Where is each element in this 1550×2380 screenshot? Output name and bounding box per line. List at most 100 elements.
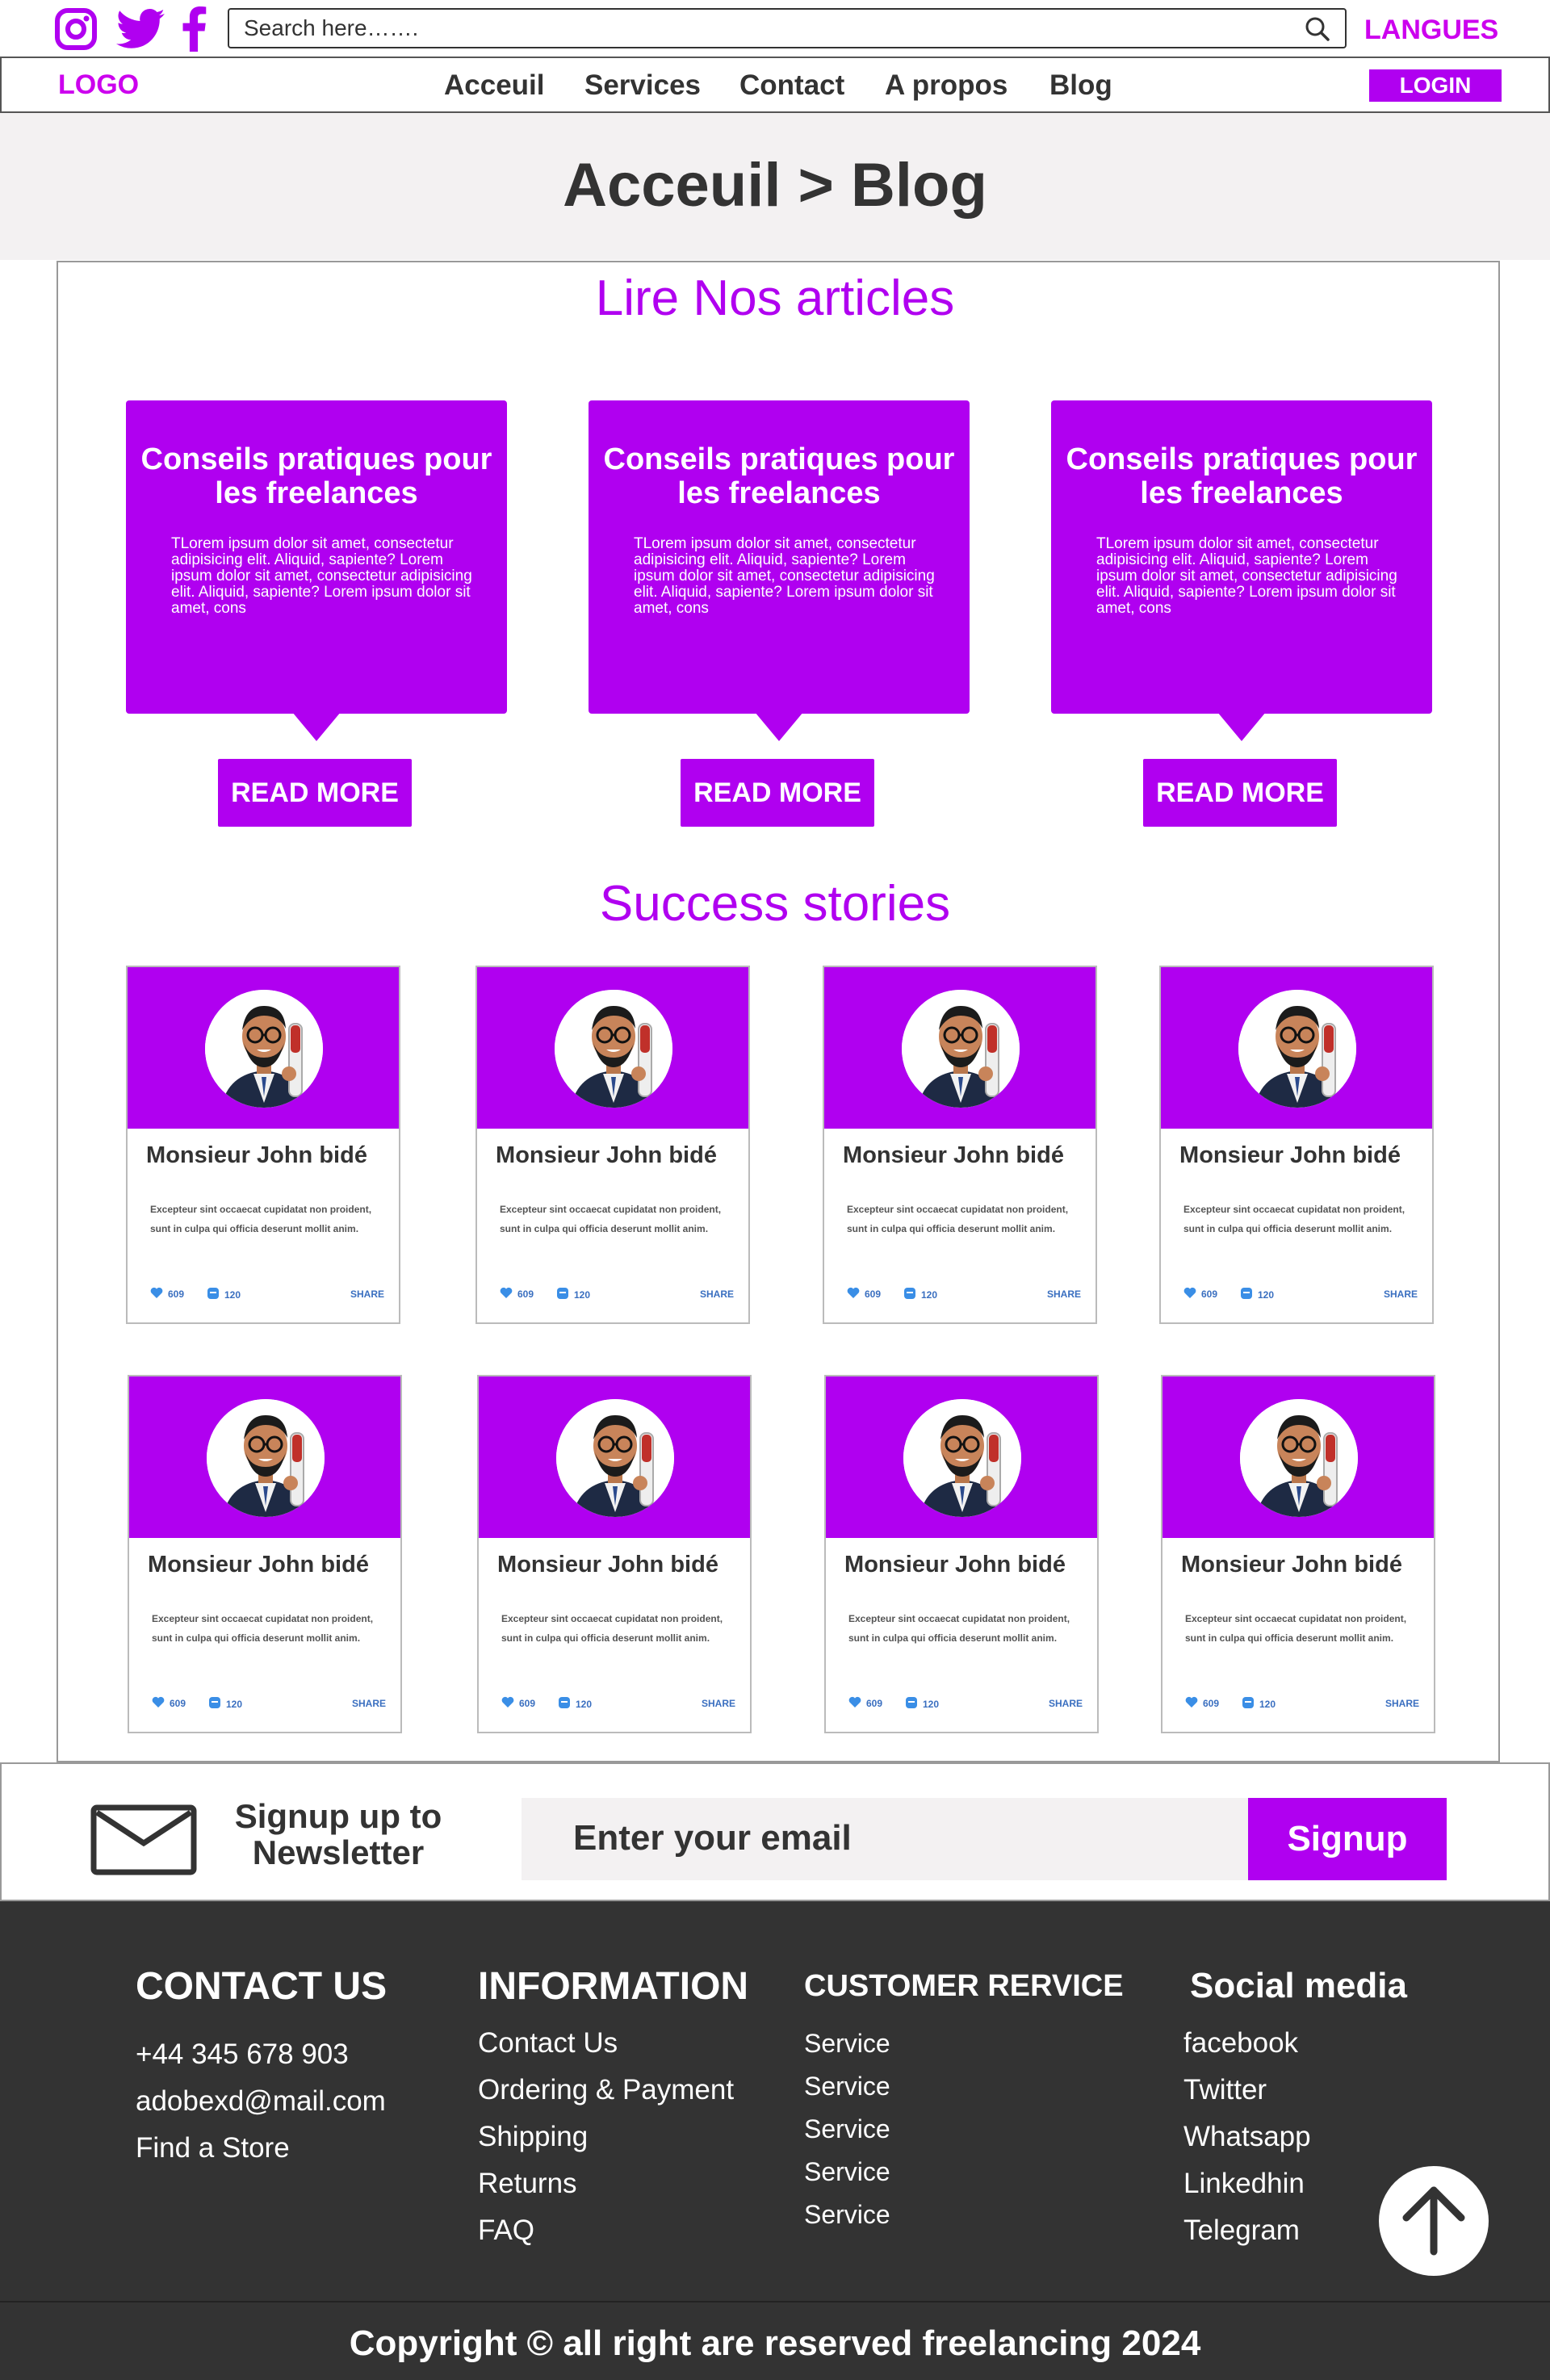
share-button[interactable]: SHARE <box>700 1288 734 1300</box>
footer-information-title: INFORMATION <box>478 1965 749 2008</box>
footer-link[interactable]: FAQ <box>478 2214 534 2247</box>
like-button[interactable]: 609 <box>847 1287 881 1301</box>
instagram-icon[interactable] <box>52 5 100 53</box>
footer-email[interactable]: adobexd@mail.com <box>136 2085 386 2118</box>
comment-button[interactable]: 120 <box>207 1287 241 1302</box>
like-button[interactable]: 609 <box>501 1696 535 1710</box>
footer-find-store[interactable]: Find a Store <box>136 2132 290 2164</box>
article-title: Conseils pratiques pour les freelances <box>603 442 955 510</box>
login-button[interactable]: LOGIN <box>1369 69 1502 102</box>
article-title: Conseils pratiques pour les freelances <box>1066 442 1418 510</box>
story-name: Monsieur John bidé <box>497 1552 718 1578</box>
footer-social-link[interactable]: Twitter <box>1183 2074 1267 2106</box>
comment-button[interactable]: 120 <box>905 1696 939 1712</box>
comment-icon <box>903 1287 916 1302</box>
story-name: Monsieur John bidé <box>496 1142 717 1168</box>
footer-service-link[interactable]: Service <box>804 2157 890 2187</box>
heart-icon <box>1185 1696 1198 1710</box>
story-card-footer: 609 120 SHARE <box>847 1287 1081 1303</box>
share-button[interactable]: SHARE <box>1384 1288 1418 1300</box>
nav-link-acceuil[interactable]: Acceuil <box>444 69 545 102</box>
speech-pointer <box>1217 712 1266 741</box>
like-button[interactable]: 609 <box>1185 1696 1219 1710</box>
avatar <box>902 990 1020 1108</box>
nav-link-services[interactable]: Services <box>584 69 701 102</box>
nav-link-blog[interactable]: Blog <box>1049 69 1112 102</box>
comment-icon <box>905 1696 918 1712</box>
story-card-footer: 609 120 SHARE <box>1185 1696 1419 1712</box>
article-excerpt: TLorem ipsum dolor sit amet, consectetur… <box>1096 535 1397 617</box>
comment-count: 120 <box>576 1698 593 1710</box>
comment-button[interactable]: 120 <box>558 1696 592 1712</box>
comment-button[interactable]: 120 <box>1242 1696 1276 1712</box>
like-button[interactable]: 609 <box>1183 1287 1217 1301</box>
share-button[interactable]: SHARE <box>1047 1288 1081 1300</box>
twitter-icon[interactable] <box>116 5 165 53</box>
story-description: Excepteur sint occaecat cupidatat non pr… <box>152 1613 374 1644</box>
story-card-footer: 609 120 SHARE <box>150 1287 384 1303</box>
footer-link[interactable]: Returns <box>478 2168 577 2200</box>
share-button[interactable]: SHARE <box>702 1698 735 1709</box>
footer-link[interactable]: Contact Us <box>478 2027 618 2059</box>
share-button[interactable]: SHARE <box>1385 1698 1419 1709</box>
comment-icon <box>556 1287 569 1302</box>
search-icon[interactable] <box>1305 16 1330 46</box>
footer-link[interactable]: Shipping <box>478 2121 588 2153</box>
like-button[interactable]: 609 <box>152 1696 186 1710</box>
story-card: Monsieur John bidé Excepteur sint occaeca… <box>824 1375 1099 1733</box>
article-card: Conseils pratiques pour les freelances T… <box>1051 400 1432 741</box>
comment-button[interactable]: 120 <box>208 1696 242 1712</box>
logo[interactable]: LOGO <box>58 69 139 101</box>
avatar <box>555 990 672 1108</box>
comment-button[interactable]: 120 <box>903 1287 937 1302</box>
footer-service-link[interactable]: Service <box>804 2114 890 2144</box>
story-card-footer: 609 120 SHARE <box>500 1287 734 1303</box>
avatar <box>903 1399 1021 1517</box>
story-card-header <box>477 967 748 1129</box>
email-input[interactable] <box>573 1816 1219 1861</box>
like-button[interactable]: 609 <box>150 1287 184 1301</box>
like-button[interactable]: 609 <box>848 1696 882 1710</box>
read-more-button[interactable]: READ MORE <box>681 759 874 827</box>
footer-service-link[interactable]: Service <box>804 2029 890 2059</box>
footer-social-link[interactable]: facebook <box>1183 2027 1298 2059</box>
comment-count: 120 <box>1259 1698 1276 1710</box>
comment-button[interactable]: 120 <box>556 1287 590 1302</box>
footer-service-link[interactable]: Service <box>804 2072 890 2101</box>
nav-link-contact[interactable]: Contact <box>739 69 844 102</box>
read-more-button[interactable]: READ MORE <box>218 759 412 827</box>
footer-social-link[interactable]: Telegram <box>1183 2214 1300 2247</box>
share-button[interactable]: SHARE <box>352 1698 386 1709</box>
story-card: Monsieur John bidé Excepteur sint occaeca… <box>477 1375 752 1733</box>
like-count: 609 <box>168 1288 185 1300</box>
heart-icon <box>500 1287 513 1301</box>
comment-icon <box>208 1696 221 1712</box>
signup-button[interactable]: Signup <box>1248 1798 1447 1880</box>
share-button[interactable]: SHARE <box>350 1288 384 1300</box>
email-field-wrapper <box>522 1798 1248 1880</box>
comment-button[interactable]: 120 <box>1240 1287 1274 1302</box>
avatar <box>207 1399 325 1517</box>
speech-pointer <box>292 712 341 741</box>
footer-service-link[interactable]: Service <box>804 2200 890 2230</box>
story-card-header <box>824 967 1095 1129</box>
newsletter-title: Signup up to Newsletter <box>234 1797 442 1871</box>
nav-link-a-propos[interactable]: A propos <box>885 69 1008 102</box>
comment-icon <box>1242 1696 1255 1712</box>
heart-icon <box>150 1287 163 1301</box>
like-button[interactable]: 609 <box>500 1287 534 1301</box>
language-selector[interactable]: LANGUES <box>1364 15 1498 46</box>
facebook-icon[interactable] <box>170 5 218 53</box>
footer-social-link[interactable]: Linkedhin <box>1183 2168 1305 2200</box>
search-input[interactable] <box>244 16 1277 40</box>
read-more-button[interactable]: READ MORE <box>1143 759 1337 827</box>
share-button[interactable]: SHARE <box>1049 1698 1083 1709</box>
footer-social-link[interactable]: Whatsapp <box>1183 2121 1311 2153</box>
footer-link[interactable]: Ordering & Payment <box>478 2074 734 2106</box>
story-description: Excepteur sint occaecat cupidatat non pr… <box>500 1204 722 1234</box>
comment-icon <box>207 1287 220 1302</box>
scroll-to-top-button[interactable] <box>1379 2166 1489 2276</box>
story-card-footer: 609 120 SHARE <box>1183 1287 1418 1303</box>
story-card: Monsieur John bidé Excepteur sint occaeca… <box>126 966 400 1324</box>
avatar <box>556 1399 674 1517</box>
